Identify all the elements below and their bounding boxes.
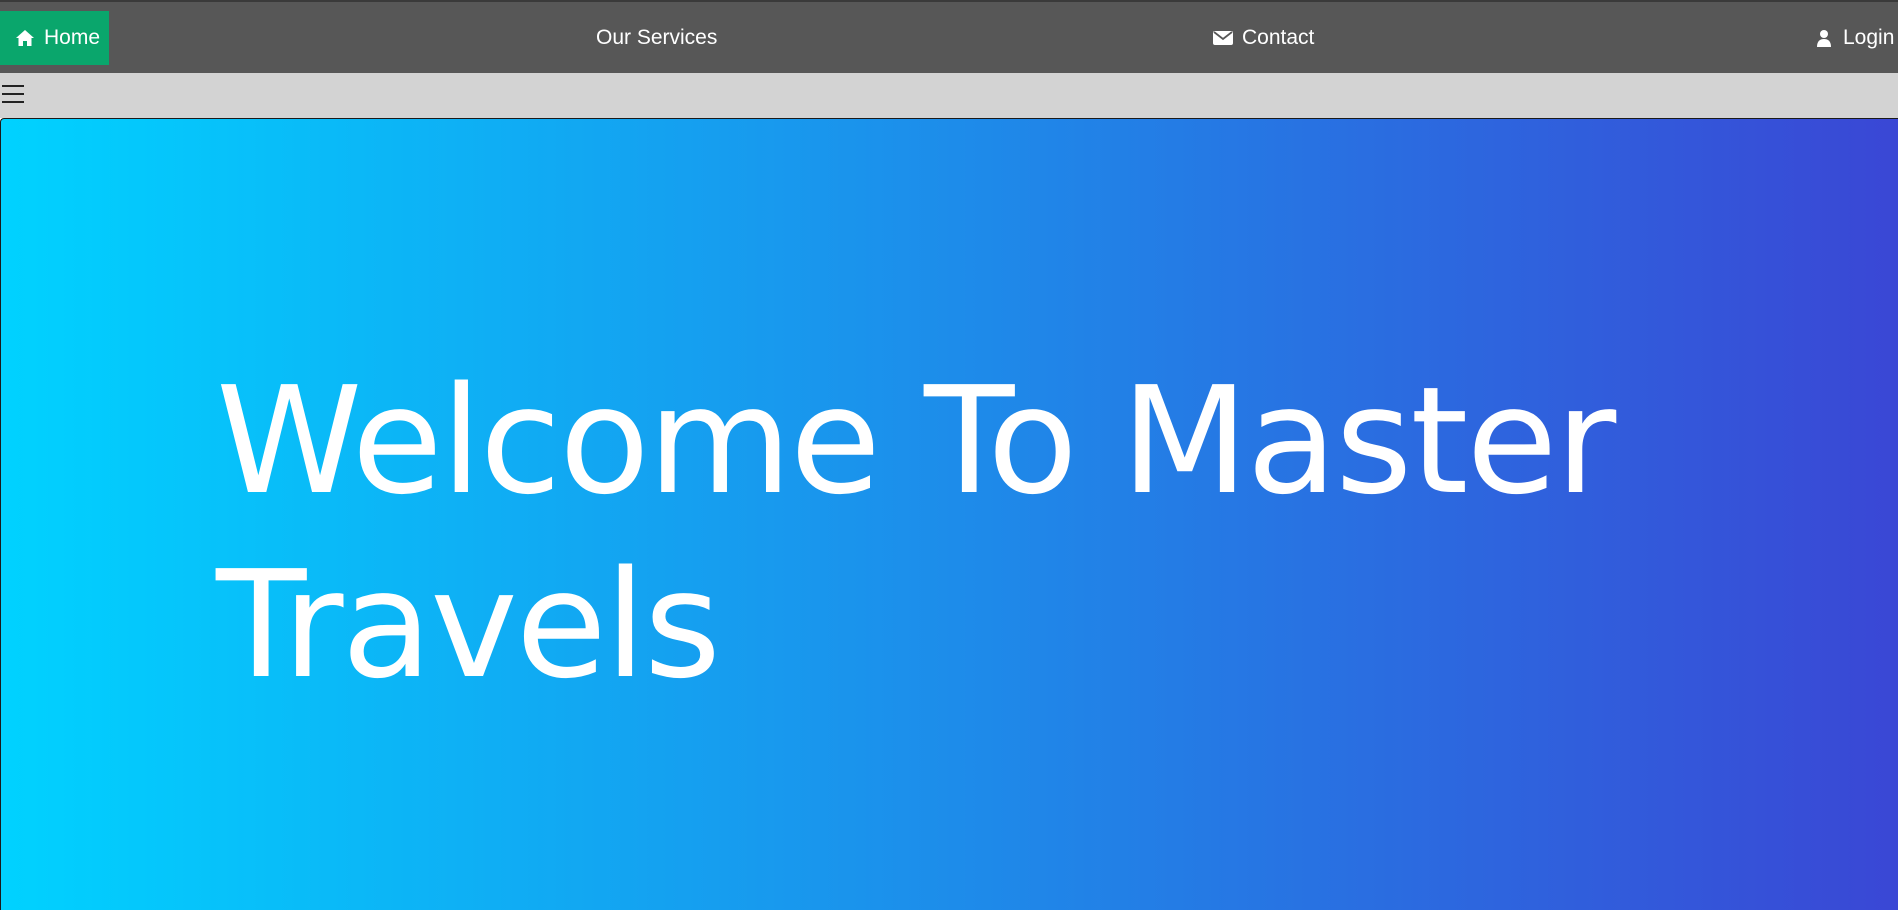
hero-title: Welcome To Master Travels [216, 355, 1616, 711]
nav-contact-label: Contact [1242, 26, 1315, 49]
nav-login-link[interactable]: Login [1813, 11, 1894, 65]
hero-banner: Welcome To Master Travels [0, 118, 1898, 910]
top-navigation-bar: Home Our Services Contact Login [0, 0, 1898, 73]
nav-contact-link[interactable]: Contact [1212, 11, 1314, 65]
nav-login-label: Login [1843, 26, 1895, 49]
secondary-bar [0, 73, 1898, 118]
envelope-icon [1212, 27, 1234, 49]
nav-home-link[interactable]: Home [0, 11, 109, 65]
nav-home-label: Home [44, 26, 101, 49]
user-icon [1813, 27, 1835, 49]
hamburger-menu-icon[interactable] [2, 79, 26, 109]
nav-services-label: Our Services [596, 26, 718, 49]
home-icon [14, 27, 36, 49]
nav-services-link[interactable]: Our Services [596, 11, 717, 65]
